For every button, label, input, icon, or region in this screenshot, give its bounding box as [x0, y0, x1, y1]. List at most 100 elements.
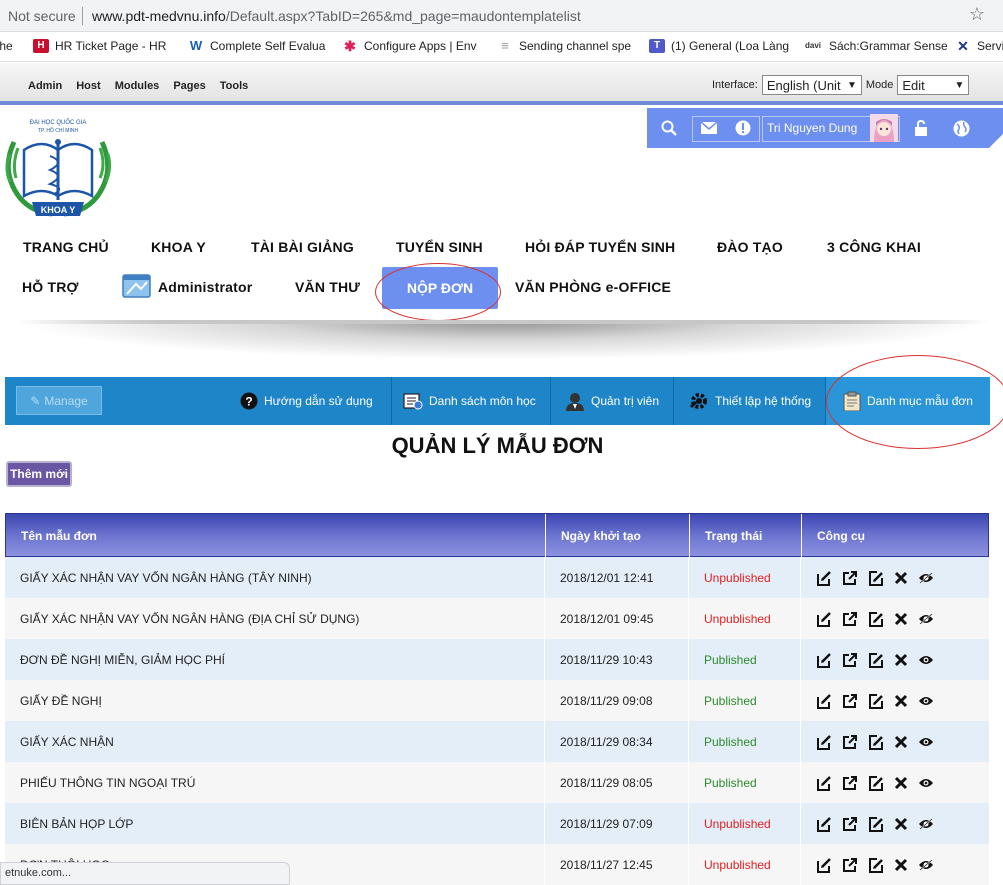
edit-icon[interactable] [816, 570, 832, 586]
open-external-icon[interactable] [842, 611, 858, 627]
bookmark-item[interactable]: davi Sách:Grammar Sense [803, 39, 948, 53]
bookmark-item[interactable]: the [0, 39, 13, 53]
view-icon[interactable] [918, 695, 934, 707]
view-hidden-icon[interactable] [918, 612, 934, 625]
alert-icon[interactable] [729, 108, 757, 148]
open-external-icon[interactable] [842, 693, 858, 709]
teams-icon: T [649, 39, 665, 53]
view-hidden-icon[interactable] [918, 858, 934, 871]
tab-course-list[interactable]: Danh sách môn học [403, 377, 536, 425]
user-name-link[interactable]: Tri Nguyen Dung [767, 108, 865, 148]
url-text[interactable]: www.pdt-medvnu.info/Default.aspx?TabID=2… [92, 8, 581, 24]
nav-support[interactable]: HỖ TRỢ [22, 279, 79, 295]
delete-icon[interactable] [894, 694, 908, 708]
nav-admissions[interactable]: TUYỂN SINH [396, 239, 483, 255]
tab-user-guide[interactable]: ? Hướng dẫn sử dụng [240, 377, 373, 425]
mail-icon[interactable] [695, 108, 723, 148]
security-indicator[interactable]: Not secure [8, 8, 76, 24]
bookmark-item[interactable]: ✱ Configure Apps | Env [342, 39, 477, 53]
bookmark-item[interactable]: W Complete Self Evalua [188, 39, 326, 54]
tab-system-settings[interactable]: Thiết lập hệ thống [689, 377, 811, 425]
column-header-name[interactable]: Tên mẫu đơn [6, 514, 545, 558]
view-icon[interactable] [918, 736, 934, 748]
unlock-icon[interactable] [907, 108, 935, 148]
edit-form-icon[interactable] [868, 816, 884, 832]
manage-button[interactable]: ✎ Manage [16, 386, 102, 415]
created-date-cell: 2018/11/29 08:34 [560, 734, 653, 749]
template-name-cell: GIẤY XÁC NHẬN [20, 734, 114, 749]
tab-divider [550, 377, 551, 425]
edit-form-icon[interactable] [868, 693, 884, 709]
created-date-cell: 2018/12/01 12:41 [560, 570, 654, 585]
open-external-icon[interactable] [842, 775, 858, 791]
add-new-button[interactable]: Thêm mới [6, 461, 72, 487]
menu-modules[interactable]: Modules [115, 80, 160, 92]
edit-form-icon[interactable] [868, 734, 884, 750]
menu-host[interactable]: Host [76, 80, 100, 92]
bookmark-label: (1) General (Loa Làng [671, 39, 790, 53]
edit-icon[interactable] [816, 816, 832, 832]
delete-icon[interactable] [894, 653, 908, 667]
delete-icon[interactable] [894, 817, 908, 831]
delete-icon[interactable] [894, 735, 908, 749]
edit-form-icon[interactable] [868, 775, 884, 791]
open-external-icon[interactable] [842, 652, 858, 668]
edit-icon[interactable] [816, 775, 832, 791]
globe-icon[interactable] [947, 108, 975, 148]
tab-system-settings-label: Thiết lập hệ thống [715, 394, 812, 408]
view-icon[interactable] [918, 777, 934, 789]
edit-icon[interactable] [816, 693, 832, 709]
interface-select[interactable]: English (Unit ▼ [761, 75, 862, 95]
view-hidden-icon[interactable] [918, 571, 934, 584]
bookmark-item[interactable]: ✕ Servi [955, 39, 1003, 53]
khoa-y-logo[interactable]: KHOA Y ĐẠI HỌC QUỐC GIA TP. HỒ CHÍ MINH [2, 112, 114, 222]
open-external-icon[interactable] [842, 570, 858, 586]
view-hidden-icon[interactable] [918, 817, 934, 830]
bookmark-item[interactable]: ≡ Sending channel spe [497, 39, 631, 54]
open-external-icon[interactable] [842, 734, 858, 750]
nav-admissions-faq[interactable]: HỎI ĐÁP TUYỂN SINH [525, 239, 675, 255]
bookmark-star-icon[interactable]: ☆ [969, 4, 985, 25]
bookmark-label: Configure Apps | Env [364, 39, 477, 53]
column-header-status[interactable]: Trạng thái [690, 514, 801, 558]
column-header-tools: Công cụ [817, 529, 865, 543]
nav-faculty[interactable]: KHOA Y [151, 239, 206, 255]
edit-form-icon[interactable] [868, 652, 884, 668]
menu-admin[interactable]: Admin [28, 80, 62, 92]
bookmark-item[interactable]: H HR Ticket Page - HR [33, 39, 166, 53]
interface-controls: Interface: English (Unit ▼ Mode Edit ▼ [712, 75, 970, 95]
edit-icon[interactable] [816, 857, 832, 873]
edit-form-icon[interactable] [868, 857, 884, 873]
search-icon[interactable] [655, 108, 683, 148]
view-icon[interactable] [918, 654, 934, 666]
status-badge: Unpublished [704, 611, 771, 626]
delete-icon[interactable] [894, 612, 908, 626]
delete-icon[interactable] [894, 858, 908, 872]
nav-clerical[interactable]: VĂN THƯ [295, 279, 360, 295]
cell-divider [800, 639, 801, 680]
created-date-cell: 2018/11/29 07:09 [560, 816, 653, 831]
nav-lectures[interactable]: TÀI BÀI GIẢNG [251, 239, 354, 255]
delete-icon[interactable] [894, 776, 908, 790]
edit-form-icon[interactable] [868, 611, 884, 627]
edit-icon[interactable] [816, 652, 832, 668]
open-external-icon[interactable] [842, 816, 858, 832]
tab-administrators[interactable]: Quản trị viên [565, 377, 659, 425]
nav-training[interactable]: ĐÀO TẠO [717, 239, 783, 255]
menu-tools[interactable]: Tools [220, 80, 249, 92]
browser-address-bar[interactable]: Not secure www.pdt-medvnu.info/Default.a… [0, 0, 1003, 32]
open-external-icon[interactable] [842, 857, 858, 873]
edit-form-icon[interactable] [868, 570, 884, 586]
nav-administrator[interactable]: Administrator [158, 279, 252, 295]
menu-pages[interactable]: Pages [173, 80, 205, 92]
column-header-date[interactable]: Ngày khởi tạo [546, 514, 689, 558]
nav-disclosure[interactable]: 3 CÔNG KHAI [827, 239, 921, 255]
edit-icon[interactable] [816, 611, 832, 627]
mode-select[interactable]: Edit ▼ [897, 75, 970, 95]
nav-home[interactable]: TRANG CHỦ [23, 239, 109, 255]
avatar[interactable] [869, 108, 899, 148]
edit-icon[interactable] [816, 734, 832, 750]
bookmark-item[interactable]: T (1) General (Loa Làng [649, 39, 789, 53]
nav-eoffice[interactable]: VĂN PHÒNG e-OFFICE [515, 279, 671, 295]
delete-icon[interactable] [894, 571, 908, 585]
